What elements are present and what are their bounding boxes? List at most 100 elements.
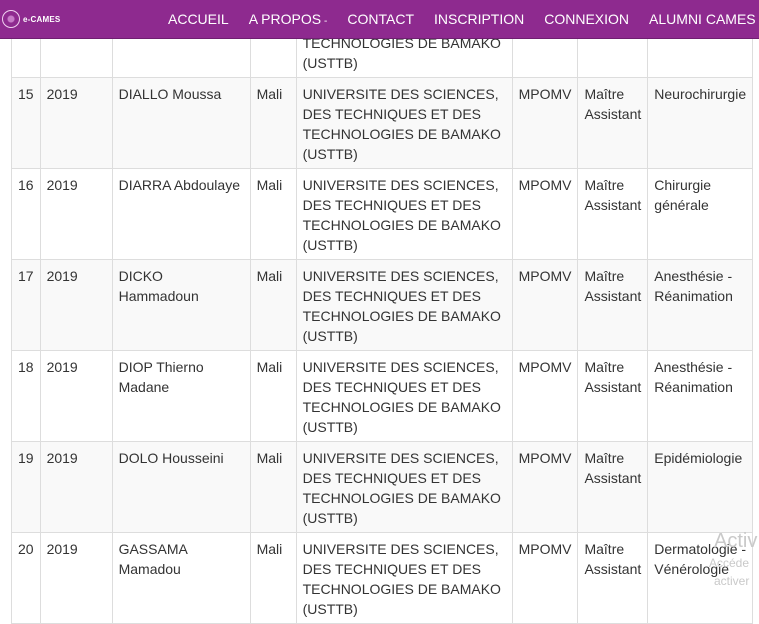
results-table: TECHNOLOGIES DE BAMAKO (USTTB) 15 2019 DIA… bbox=[11, 0, 754, 624]
nav-a-propos-label: A PROPOS bbox=[248, 11, 322, 27]
cell-num: 18 bbox=[11, 350, 41, 442]
cell-year: 2019 bbox=[39, 350, 113, 442]
cell-ctc: MPOMV bbox=[511, 77, 579, 169]
cell-university-text: UNIVERSITE DES SCIENCES, DES TECHNIQUES … bbox=[302, 268, 501, 344]
cell-university: UNIVERSITE DES SCIENCES, DES TECHNIQUES … bbox=[295, 259, 513, 351]
cell-country-text: Mali bbox=[256, 86, 283, 102]
cell-ctc-text: MPOMV bbox=[518, 268, 572, 284]
cell-specialty-text: Neurochirurgie bbox=[654, 86, 747, 102]
table-row: 19 2019 DOLO Housseini Mali UNIVERSITE DES S… bbox=[11, 441, 754, 533]
cell-num-text: 19 bbox=[18, 450, 34, 466]
cell-university: UNIVERSITE DES SCIENCES, DES TECHNIQUES … bbox=[295, 77, 513, 169]
cell-num-text: 20 bbox=[18, 541, 34, 557]
cell-country-text: Mali bbox=[256, 359, 283, 375]
cell-university: UNIVERSITE DES SCIENCES, DES TECHNIQUES … bbox=[295, 350, 513, 442]
cell-grade-text: Maître Assistant bbox=[584, 268, 642, 304]
cell-ctc: MPOMV bbox=[511, 168, 579, 260]
cell-specialty: Anesthésie - Réanimation bbox=[647, 259, 754, 351]
cell-num-text: 16 bbox=[18, 177, 34, 193]
cell-year: 2019 bbox=[39, 259, 113, 351]
cell-num: 20 bbox=[11, 532, 41, 624]
cames-logo-icon bbox=[2, 10, 20, 28]
cell-year-text: 2019 bbox=[46, 541, 78, 557]
cell-name: DOLO Housseini bbox=[111, 441, 251, 533]
cell-grade: Maître Assistant bbox=[577, 441, 649, 533]
nav-alumni-cames[interactable]: ALUMNI CAMES bbox=[639, 11, 759, 27]
results-table-container: TECHNOLOGIES DE BAMAKO (USTTB) 15 2019 DIA… bbox=[0, 0, 759, 624]
cell-grade: Maître Assistant bbox=[577, 168, 649, 260]
cell-name-text: DIOP Thierno Madane bbox=[118, 359, 204, 395]
nav-a-propos[interactable]: A PROPOS - bbox=[239, 11, 338, 27]
cell-ctc-text: MPOMV bbox=[518, 177, 572, 193]
cell-country: Mali bbox=[249, 77, 297, 169]
cell-university-text: UNIVERSITE DES SCIENCES, DES TECHNIQUES … bbox=[302, 86, 501, 162]
table-row: 17 2019 DICKO Hammadoun Mali UNIVERSITE DES … bbox=[11, 259, 754, 351]
cell-specialty-text: Anesthésie - Réanimation bbox=[654, 268, 733, 304]
top-navbar: e-CAMES ACCUEIL A PROPOS - CONTACT INSCRI… bbox=[0, 0, 759, 39]
cell-ctc-text: MPOMV bbox=[518, 450, 572, 466]
cell-name-text: DIALLO Moussa bbox=[118, 86, 222, 102]
cell-grade: Maître Assistant bbox=[577, 350, 649, 442]
cell-name-text: GASSAMA Mamadou bbox=[118, 541, 188, 577]
cell-year-text: 2019 bbox=[46, 359, 78, 375]
cell-name: DICKO Hammadoun bbox=[111, 259, 251, 351]
cell-specialty-text: Dermatologie - Vénérologie bbox=[654, 541, 747, 577]
cell-university: UNIVERSITE DES SCIENCES, DES TECHNIQUES … bbox=[295, 532, 513, 624]
cell-grade-text: Maître Assistant bbox=[584, 359, 642, 395]
nav-accueil[interactable]: ACCUEIL bbox=[158, 11, 239, 27]
cell-num-text: 17 bbox=[18, 268, 34, 284]
nav-menu: ACCUEIL A PROPOS - CONTACT INSCRIPTION CO… bbox=[158, 0, 759, 38]
cell-country: Mali bbox=[249, 441, 297, 533]
cell-specialty: Chirurgie générale bbox=[647, 168, 754, 260]
cell-num: 15 bbox=[11, 77, 41, 169]
cell-grade-text: Maître Assistant bbox=[584, 177, 642, 213]
cell-university-text: UNIVERSITE DES SCIENCES, DES TECHNIQUES … bbox=[302, 450, 501, 526]
table-row: 20 2019 GASSAMA Mamadou Mali UNIVERSITE DES … bbox=[11, 532, 754, 624]
cell-ctc: MPOMV bbox=[511, 350, 579, 442]
cell-grade-text: Maître Assistant bbox=[584, 450, 642, 486]
cell-university-text: UNIVERSITE DES SCIENCES, DES TECHNIQUES … bbox=[302, 359, 501, 435]
cell-country: Mali bbox=[249, 532, 297, 624]
cell-university-text: UNIVERSITE DES SCIENCES, DES TECHNIQUES … bbox=[302, 177, 501, 253]
cell-university: UNIVERSITE DES SCIENCES, DES TECHNIQUES … bbox=[295, 168, 513, 260]
cell-name: DIOP Thierno Madane bbox=[111, 350, 251, 442]
cell-country-text: Mali bbox=[256, 541, 283, 557]
table-row: 16 2019 DIARRA Abdoulaye Mali UNIVERSITE DES… bbox=[11, 168, 754, 260]
cell-num: 17 bbox=[11, 259, 41, 351]
cell-num-text: 15 bbox=[18, 86, 34, 102]
cell-country-text: Mali bbox=[256, 177, 283, 193]
cell-ctc: MPOMV bbox=[511, 532, 579, 624]
brand-text: e-CAMES bbox=[23, 14, 61, 24]
cell-year: 2019 bbox=[39, 77, 113, 169]
cell-year: 2019 bbox=[39, 168, 113, 260]
cell-university: UNIVERSITE DES SCIENCES, DES TECHNIQUES … bbox=[295, 441, 513, 533]
cell-ctc: MPOMV bbox=[511, 441, 579, 533]
cell-specialty-text: Anesthésie - Réanimation bbox=[654, 359, 733, 395]
cell-specialty: Neurochirurgie bbox=[647, 77, 754, 169]
nav-inscription[interactable]: INSCRIPTION bbox=[424, 11, 534, 27]
cell-year: 2019 bbox=[39, 441, 113, 533]
cell-num: 19 bbox=[11, 441, 41, 533]
cell-num-text: 18 bbox=[18, 359, 34, 375]
cell-specialty: Dermatologie - Vénérologie bbox=[647, 532, 754, 624]
cell-grade-text: Maître Assistant bbox=[584, 86, 642, 122]
cell-num: 16 bbox=[11, 168, 41, 260]
cell-year-text: 2019 bbox=[46, 450, 78, 466]
cell-specialty-text: Epidémiologie bbox=[654, 450, 743, 466]
nav-contact[interactable]: CONTACT bbox=[337, 11, 424, 27]
nav-connexion[interactable]: CONNEXION bbox=[534, 11, 639, 27]
cell-grade: Maître Assistant bbox=[577, 77, 649, 169]
cell-ctc-text: MPOMV bbox=[518, 541, 572, 557]
cell-ctc: MPOMV bbox=[511, 259, 579, 351]
cell-name: GASSAMA Mamadou bbox=[111, 532, 251, 624]
brand-logo[interactable]: e-CAMES bbox=[2, 8, 60, 30]
dropdown-caret-icon: - bbox=[324, 16, 328, 27]
cell-grade: Maître Assistant bbox=[577, 259, 649, 351]
cell-university-text: UNIVERSITE DES SCIENCES, DES TECHNIQUES … bbox=[302, 541, 501, 617]
cell-name: DIALLO Moussa bbox=[111, 77, 251, 169]
cell-name-text: DOLO Housseini bbox=[118, 450, 224, 466]
cell-specialty: Epidémiologie bbox=[647, 441, 754, 533]
cell-country-text: Mali bbox=[256, 450, 283, 466]
table-row: 18 2019 DIOP Thierno Madane Mali UNIVERSITE … bbox=[11, 350, 754, 442]
cell-grade: Maître Assistant bbox=[577, 532, 649, 624]
